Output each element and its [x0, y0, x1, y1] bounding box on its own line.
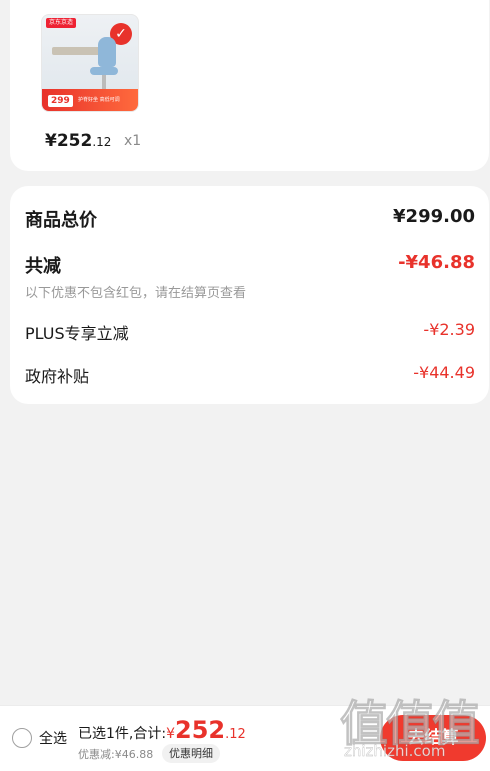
selected-summary: 已选1件,合计:¥252.12 [78, 716, 246, 744]
discount-total: 优惠减:¥46.88 [78, 748, 154, 761]
reduce-label: 共减 [25, 256, 61, 277]
gov-subsidy-value: -¥44.49 [413, 363, 475, 382]
total-label: 商品总价 [25, 210, 97, 231]
plus-discount-label: PLUS专享立减 [25, 324, 129, 343]
price-summary-card: 商品总价 ¥299.00 共减 -¥46.88 以下优惠不包含红包，请在结算页查… [10, 186, 489, 404]
product-quantity: x1 [124, 133, 142, 149]
gov-subsidy-label: 政府补贴 [25, 367, 90, 386]
total-value: ¥299.00 [393, 206, 475, 227]
select-all-radio[interactable] [12, 728, 32, 748]
checkout-button[interactable]: 去结算 [380, 715, 486, 761]
select-all-label[interactable]: 全选 [39, 728, 67, 748]
promo-text: 护脊好坐 高低可调 [78, 97, 120, 103]
chair-graphic [98, 37, 116, 67]
reduce-value: -¥46.88 [398, 252, 475, 273]
selected-text: 已选1件,合计: [78, 726, 167, 742]
amount-dec: .12 [225, 727, 246, 742]
discount-note: 以下优惠不包含红包，请在结算页查看 [25, 286, 247, 301]
discount-detail-button[interactable]: 优惠明细 [162, 744, 220, 763]
plus-discount-value: -¥2.39 [423, 320, 475, 339]
chair-seat-graphic [90, 67, 118, 75]
currency-symbol: ¥ [166, 726, 175, 742]
product-price: ¥252.12 [45, 131, 111, 151]
product-thumbnail[interactable]: 京东京造 ✓ 299 护脊好坐 高低可调 [41, 14, 139, 112]
amount-int: 252 [175, 716, 226, 744]
product-price-int: ¥252 [45, 131, 93, 151]
checkout-bar: 全选 已选1件,合计:¥252.12 优惠减:¥46.88 优惠明细 去结算 [0, 705, 490, 771]
product-card: 京东京造 ✓ 299 护脊好坐 高低可调 ¥252.12 x1 [10, 0, 489, 171]
brand-tag: 京东京造 [46, 18, 77, 28]
promo-price: 299 [48, 95, 73, 107]
product-price-dec: .12 [92, 135, 112, 149]
cart-page: 京东京造 ✓ 299 护脊好坐 高低可调 ¥252.12 x1 商品总价 ¥29… [0, 0, 490, 771]
